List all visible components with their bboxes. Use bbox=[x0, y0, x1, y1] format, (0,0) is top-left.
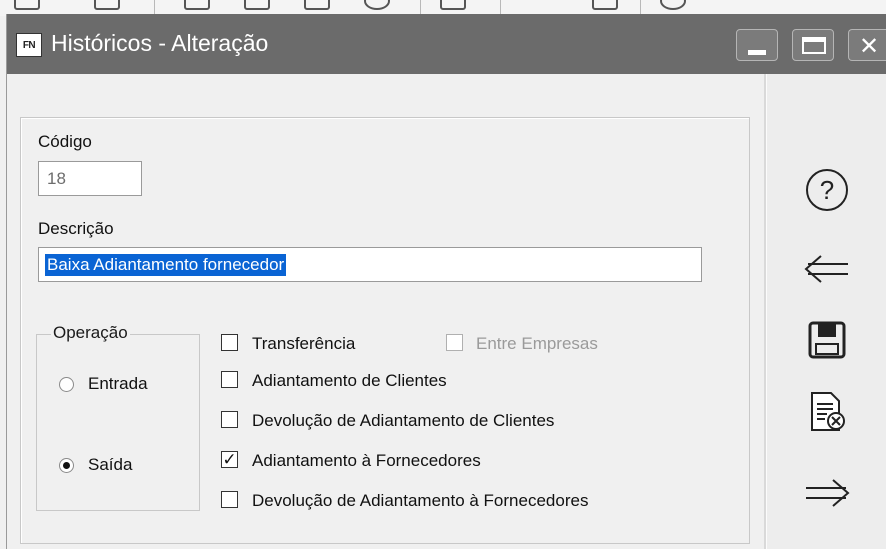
toolbar-icon bbox=[660, 0, 686, 10]
window-title: Históricos - Alteração bbox=[51, 30, 269, 56]
historicos-window: FN Históricos - Alteração ✕ Código Descr… bbox=[6, 14, 886, 549]
adiantamento-clientes-checkbox[interactable] bbox=[221, 371, 238, 388]
entrada-radio[interactable] bbox=[59, 377, 74, 392]
cancel-document-icon bbox=[811, 392, 845, 431]
adiantamento-fornecedores-checkbox[interactable]: ✓ bbox=[221, 451, 238, 468]
adiantamento-clientes-label[interactable]: Adiantamento de Clientes bbox=[252, 371, 447, 391]
save-button[interactable] bbox=[797, 314, 857, 366]
toolbar-icon bbox=[244, 0, 270, 10]
entre-empresas-checkbox[interactable] bbox=[446, 334, 463, 351]
cancel-document-button[interactable] bbox=[797, 386, 857, 438]
back-arrow-icon bbox=[804, 255, 848, 283]
toolbar-icon bbox=[440, 0, 466, 10]
minimize-icon bbox=[748, 50, 766, 55]
toolbar-icon bbox=[592, 0, 618, 10]
descricao-field[interactable]: Baixa Adiantamento fornecedor bbox=[38, 247, 702, 282]
transferencia-checkbox[interactable] bbox=[221, 334, 238, 351]
codigo-label: Código bbox=[38, 132, 92, 151]
help-button[interactable]: ? bbox=[797, 164, 857, 216]
help-icon: ? bbox=[806, 169, 848, 211]
saida-label[interactable]: Saída bbox=[88, 455, 132, 475]
back-button[interactable] bbox=[797, 243, 857, 295]
descricao-label: Descrição bbox=[38, 219, 114, 238]
app-icon[interactable]: FN bbox=[16, 33, 42, 57]
entre-empresas-label[interactable]: Entre Empresas bbox=[476, 334, 598, 354]
toolbar-icon bbox=[14, 0, 40, 10]
svg-text:?: ? bbox=[820, 175, 834, 205]
forward-arrow-icon bbox=[806, 479, 850, 507]
close-button[interactable]: ✕ bbox=[848, 29, 886, 61]
operacao-group bbox=[36, 334, 200, 511]
forward-button[interactable] bbox=[797, 467, 857, 519]
close-icon: ✕ bbox=[859, 33, 880, 60]
minimize-button[interactable] bbox=[736, 29, 778, 61]
devolucao-adiantamento-clientes-checkbox[interactable] bbox=[221, 411, 238, 428]
toolbar-icon bbox=[304, 0, 330, 10]
toolbar-icon bbox=[94, 0, 120, 10]
maximize-button[interactable] bbox=[792, 29, 834, 61]
title-bar[interactable]: FN Históricos - Alteração ✕ bbox=[7, 14, 886, 74]
entrada-label[interactable]: Entrada bbox=[88, 374, 148, 394]
operacao-legend: Operação bbox=[51, 323, 130, 343]
save-icon bbox=[808, 321, 846, 359]
adiantamento-fornecedores-label[interactable]: Adiantamento à Fornecedores bbox=[252, 451, 481, 471]
transferencia-label[interactable]: Transferência bbox=[252, 334, 355, 354]
codigo-field[interactable] bbox=[38, 161, 142, 196]
descricao-selected-text: Baixa Adiantamento fornecedor bbox=[45, 254, 287, 276]
devolucao-adiantamento-clientes-label[interactable]: Devolução de Adiantamento de Clientes bbox=[252, 411, 554, 431]
form-area: Código Descrição Baixa Adiantamento forn… bbox=[7, 74, 764, 549]
devolucao-adiantamento-fornecedores-checkbox[interactable] bbox=[221, 491, 238, 508]
toolbar-icon bbox=[184, 0, 210, 10]
maximize-icon bbox=[802, 37, 826, 54]
toolbar-icon bbox=[364, 0, 390, 10]
saida-radio[interactable] bbox=[59, 458, 74, 473]
devolucao-adiantamento-fornecedores-label[interactable]: Devolução de Adiantamento à Fornecedores bbox=[252, 491, 588, 511]
